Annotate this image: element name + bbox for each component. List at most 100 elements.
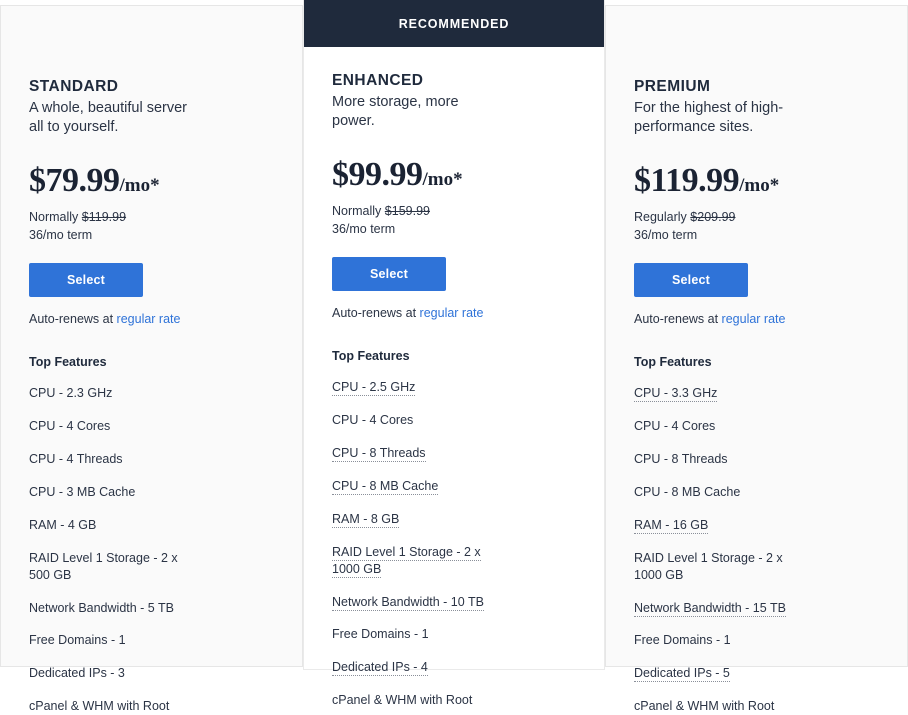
renew-line-premium: Auto-renews at regular rate xyxy=(634,312,879,326)
feature-item-label: CPU - 8 Threads xyxy=(332,446,426,463)
feature-item-label: cPanel & WHM with Root xyxy=(634,699,775,714)
feature-item-label: CPU - 4 Cores xyxy=(332,413,414,428)
normally-label-standard: Normally xyxy=(29,210,79,225)
plan-card-enhanced[interactable]: RECOMMENDED ENHANCED More storage, more … xyxy=(303,0,605,707)
feature-item: RAM - 16 GB xyxy=(634,517,802,534)
select-button-premium[interactable]: Select xyxy=(634,263,748,298)
plan-tagline-enhanced: More storage, more power. xyxy=(332,94,459,129)
feature-item-label: RAM - 16 GB xyxy=(634,517,709,534)
normally-price-standard: $119.99 xyxy=(81,210,127,225)
pricing-table: STANDARD A whole, beautiful server all t… xyxy=(0,0,908,713)
feature-item-label: Free Domains - 1 xyxy=(634,633,731,648)
feature-item-label: RAID Level 1 Storage - 2 x 500 GB xyxy=(29,550,178,582)
feature-item: Dedicated IPs - 4 xyxy=(332,659,500,677)
plan-tagline-premium: For the highest of high-performance site… xyxy=(634,100,784,135)
feature-item-label: CPU - 3.3 GHz xyxy=(634,386,718,403)
feature-item-label: CPU - 2.3 GHz xyxy=(29,386,113,401)
feature-item: Network Bandwidth - 10 TB xyxy=(332,594,500,611)
feature-item-label: Free Domains - 1 xyxy=(332,627,429,642)
price-period-enhanced: /mo* xyxy=(422,169,463,191)
price-amount-enhanced: $99.99 xyxy=(332,156,423,194)
price-note-standard: Normally $119.99 36/mo term xyxy=(29,208,274,244)
renew-prefix-standard: Auto-renews at xyxy=(29,312,117,327)
feature-item: CPU - 3.3 GHz xyxy=(634,385,802,403)
feature-item: cPanel & WHM with Root xyxy=(634,698,802,715)
recommended-ribbon: RECOMMENDED xyxy=(304,0,604,47)
plan-name-premium: PREMIUM xyxy=(634,78,711,95)
features-list-enhanced: CPU - 2.5 GHz CPU - 4 Cores CPU - 8 Thread… xyxy=(332,379,576,709)
feature-item-label: CPU - 2.5 GHz xyxy=(332,380,416,397)
price-block-enhanced: $99.99/mo* Normally $159.99 36/mo term xyxy=(332,158,576,238)
feature-item: cPanel & WHM with Root xyxy=(29,698,197,715)
price-note-premium: Regularly $209.99 36/mo term xyxy=(634,208,879,244)
normally-price-premium: $209.99 xyxy=(690,210,736,225)
select-button-standard[interactable]: Select xyxy=(29,263,143,298)
features-title-enhanced: Top Features xyxy=(332,349,410,364)
feature-item-label: Network Bandwidth - 15 TB xyxy=(634,600,786,617)
price-amount-standard: $79.99 xyxy=(29,162,120,200)
plan-name-standard: STANDARD xyxy=(29,78,119,95)
price-premium: $119.99/mo* xyxy=(634,164,879,198)
regular-rate-link-standard[interactable]: regular rate xyxy=(117,312,181,326)
price-enhanced: $99.99/mo* xyxy=(332,158,576,192)
price-amount-premium: $119.99 xyxy=(634,162,740,200)
features-title-premium: Top Features xyxy=(634,355,712,370)
feature-item: CPU - 4 Cores xyxy=(332,412,500,429)
feature-item: RAM - 8 GB xyxy=(332,511,500,528)
feature-item: CPU - 4 Threads xyxy=(29,451,197,468)
feature-item: CPU - 2.5 GHz xyxy=(332,379,500,397)
plan-tagline-standard: A whole, beautiful server all to yoursel… xyxy=(29,100,187,135)
plan-card-premium[interactable]: PREMIUM For the highest of high-performa… xyxy=(605,5,908,713)
feature-item: CPU - 4 Cores xyxy=(634,418,802,435)
renew-line-standard: Auto-renews at regular rate xyxy=(29,312,274,326)
renew-line-enhanced: Auto-renews at regular rate xyxy=(332,306,576,320)
price-standard: $79.99/mo* xyxy=(29,164,274,198)
feature-item: Network Bandwidth - 5 TB xyxy=(29,600,197,617)
feature-item-label: Dedicated IPs - 3 xyxy=(29,666,125,681)
feature-item-label: CPU - 4 Cores xyxy=(29,419,111,434)
feature-item: Free Domains - 1 xyxy=(29,632,197,649)
price-block-standard: $79.99/mo* Normally $119.99 36/mo term xyxy=(29,164,274,244)
plan-body-standard: STANDARD A whole, beautiful server all t… xyxy=(1,6,302,715)
feature-item-label: Network Bandwidth - 5 TB xyxy=(29,600,174,615)
feature-item-label: CPU - 8 MB Cache xyxy=(332,479,439,496)
feature-item-label: RAID Level 1 Storage - 2 x 1000 GB xyxy=(332,544,481,578)
feature-item-label: Dedicated IPs - 4 xyxy=(332,660,428,677)
feature-item: CPU - 3 MB Cache xyxy=(29,484,197,501)
feature-item: Free Domains - 1 xyxy=(634,632,802,649)
select-button-enhanced[interactable]: Select xyxy=(332,257,446,292)
price-period-premium: /mo* xyxy=(739,175,780,197)
plan-body-enhanced: ENHANCED More storage, more power. $99.9… xyxy=(304,47,604,709)
term-enhanced: 36/mo term xyxy=(332,222,396,237)
feature-item: Dedicated IPs - 5 xyxy=(634,665,802,683)
price-note-enhanced: Normally $159.99 36/mo term xyxy=(332,202,576,238)
regular-rate-link-enhanced[interactable]: regular rate xyxy=(420,306,484,320)
renew-prefix-enhanced: Auto-renews at xyxy=(332,306,420,321)
feature-item-label: Free Domains - 1 xyxy=(29,633,126,648)
feature-item: CPU - 8 Threads xyxy=(634,451,802,468)
feature-item: CPU - 4 Cores xyxy=(29,418,197,435)
renew-prefix-premium: Auto-renews at xyxy=(634,312,722,327)
price-period-standard: /mo* xyxy=(119,175,160,197)
regular-rate-link-premium[interactable]: regular rate xyxy=(722,312,786,326)
feature-item: Dedicated IPs - 3 xyxy=(29,665,197,682)
price-block-premium: $119.99/mo* Regularly $209.99 36/mo term xyxy=(634,164,879,244)
feature-item: CPU - 2.3 GHz xyxy=(29,385,197,402)
feature-item-label: CPU - 4 Threads xyxy=(29,452,123,467)
normally-label-enhanced: Normally xyxy=(332,204,382,219)
plan-name-enhanced: ENHANCED xyxy=(332,72,424,89)
feature-item: RAID Level 1 Storage - 2 x 500 GB xyxy=(29,550,197,584)
term-premium: 36/mo term xyxy=(634,228,698,243)
feature-item-label: cPanel & WHM with Root xyxy=(332,693,473,708)
feature-item: RAID Level 1 Storage - 2 x 1000 GB xyxy=(332,544,500,578)
feature-item: CPU - 8 MB Cache xyxy=(634,484,802,501)
feature-item: RAID Level 1 Storage - 2 x 1000 GB xyxy=(634,550,802,584)
feature-item-label: cPanel & WHM with Root xyxy=(29,699,170,714)
normally-price-enhanced: $159.99 xyxy=(384,204,430,219)
feature-item: Free Domains - 1 xyxy=(332,626,500,643)
plan-card-standard[interactable]: STANDARD A whole, beautiful server all t… xyxy=(0,5,303,713)
feature-item: cPanel & WHM with Root xyxy=(332,692,500,709)
feature-item-label: CPU - 3 MB Cache xyxy=(29,485,136,500)
feature-item-label: Network Bandwidth - 10 TB xyxy=(332,594,484,611)
feature-item-label: CPU - 8 MB Cache xyxy=(634,485,741,500)
